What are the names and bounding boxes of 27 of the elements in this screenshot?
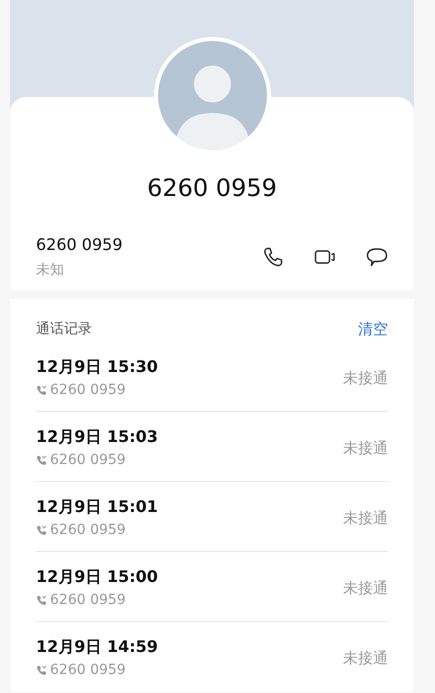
missed-call-icon [36, 664, 47, 676]
call-number: 6260 0959 [50, 591, 126, 610]
call-number: 6260 0959 [50, 521, 126, 540]
call-status: 未接通 [343, 508, 388, 528]
missed-call-icon [36, 384, 47, 396]
section-title: 通话记录 [36, 320, 92, 339]
contact-title: 6260 0959 [146, 173, 278, 204]
message-icon[interactable] [366, 246, 388, 268]
call-number: 6260 0959 [50, 451, 126, 470]
call-status: 未接通 [343, 438, 388, 458]
call-status: 未接通 [343, 648, 388, 668]
missed-call-icon [36, 594, 47, 606]
phone-number: 6260 0959 [36, 234, 124, 256]
call-time: 12月9日 15:03 [36, 426, 158, 448]
call-number: 6260 0959 [50, 381, 126, 400]
call-time: 12月9日 14:59 [36, 636, 158, 658]
call-time: 12月9日 15:01 [36, 496, 158, 518]
call-time: 12月9日 15:30 [36, 356, 158, 378]
call-time: 12月9日 15:00 [36, 566, 158, 588]
call-status: 未接通 [343, 368, 388, 388]
call-status: 未接通 [343, 578, 388, 598]
call-number: 6260 0959 [50, 661, 126, 680]
missed-call-icon [36, 524, 47, 536]
phone-icon[interactable] [262, 246, 284, 268]
missed-call-icon [36, 454, 47, 466]
clear-button[interactable]: 清空 [358, 319, 388, 339]
number-label: 未知 [36, 261, 64, 280]
